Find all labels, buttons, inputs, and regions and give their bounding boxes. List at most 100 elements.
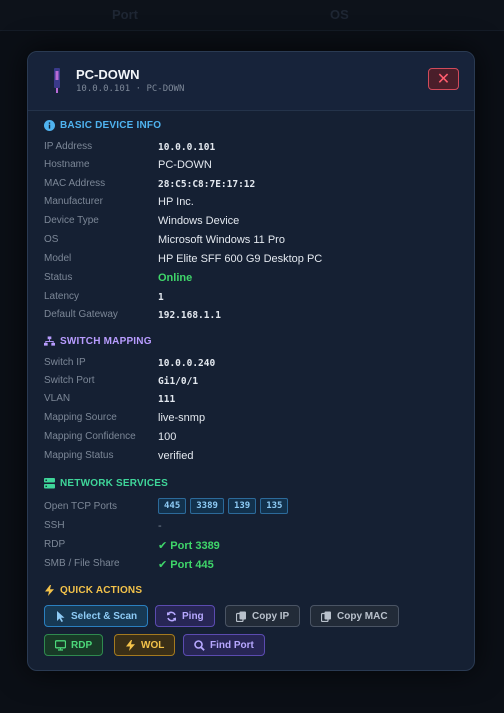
wol-button[interactable]: WOL — [114, 634, 176, 656]
find-port-label: Find Port — [210, 639, 254, 651]
info-row-manufacturer: Manufacturer HP Inc. — [44, 196, 454, 212]
smb-value: ✔ Port 445 — [158, 559, 214, 571]
switch-row-confidence: Mapping Confidence 100 — [44, 431, 454, 447]
ping-label: Ping — [182, 610, 204, 622]
switch-label: Mapping Status — [44, 450, 114, 461]
rdp-button[interactable]: RDP — [44, 634, 104, 656]
info-label: Manufacturer — [44, 196, 103, 207]
switch-port-value: Gi1/0/1 — [158, 376, 199, 387]
switch-row-vlan: VLAN 111 — [44, 393, 454, 409]
rdp-label: RDP — [71, 639, 93, 651]
info-row-hostname: Hostname PC-DOWN — [44, 159, 454, 175]
copy-ip-label: Copy IP — [252, 610, 290, 622]
info-row-ip: IP Address 10.0.0.101 — [44, 141, 454, 157]
modal-subtitle: 10.0.0.101 · PC-DOWN — [76, 84, 185, 94]
switch-mapping-title: SWITCH MAPPING — [60, 336, 152, 347]
os-value: Microsoft Windows 11 Pro — [158, 234, 285, 246]
info-row-device-type: Device Type Windows Device — [44, 215, 454, 231]
ip-address-value: 10.0.0.101 — [158, 142, 216, 153]
mapping-confidence-value: 100 — [158, 431, 177, 443]
modal-header: PC-DOWN 10.0.0.101 · PC-DOWN ✕ — [28, 52, 474, 111]
refresh-icon — [166, 611, 177, 622]
info-icon — [44, 120, 55, 131]
ssh-value: - — [158, 520, 162, 532]
switch-label: VLAN — [44, 393, 71, 404]
switch-label: Mapping Source — [44, 412, 117, 423]
switch-row-source: Mapping Source live-snmp — [44, 412, 454, 428]
copy-ip-button[interactable]: Copy IP — [225, 605, 301, 627]
copy-icon — [321, 611, 332, 622]
mapping-status-value: verified — [158, 450, 194, 462]
services-row-ssh: SSH - — [44, 520, 454, 536]
lightning-icon — [125, 639, 136, 651]
switch-mapping-section-title: SWITCH MAPPING — [44, 336, 152, 347]
modal-title: PC-DOWN — [76, 67, 140, 82]
info-label: Device Type — [44, 215, 99, 226]
info-label: Status — [44, 272, 73, 283]
network-topology-icon — [44, 336, 55, 347]
select-scan-button[interactable]: Select & Scan — [44, 605, 149, 627]
info-row-status: Status Online — [44, 272, 454, 288]
info-label: Hostname — [44, 159, 90, 170]
port-badge: 139 — [227, 498, 257, 514]
basic-info-title: BASIC DEVICE INFO — [60, 120, 162, 131]
monitor-icon — [55, 639, 66, 651]
cursor-icon — [55, 610, 66, 622]
find-port-button[interactable]: Find Port — [183, 634, 265, 656]
info-row-latency: Latency 1 — [44, 291, 454, 307]
rdp-value: ✔ Port 3389 — [158, 540, 220, 552]
model-value: HP Elite SFF 600 G9 Desktop PC — [158, 253, 323, 265]
mapping-source-value: live-snmp — [158, 412, 206, 424]
select-scan-label: Select & Scan — [71, 610, 138, 622]
info-row-model: Model HP Elite SFF 600 G9 Desktop PC — [44, 253, 454, 269]
info-label: Default Gateway — [44, 309, 118, 320]
vlan-value: 111 — [158, 394, 176, 405]
quick-actions-title: QUICK ACTIONS — [60, 585, 143, 596]
basic-info-section-title: BASIC DEVICE INFO — [44, 120, 161, 131]
services-label: SSH — [44, 520, 65, 531]
gateway-value: 192.168.1.1 — [158, 310, 221, 321]
quick-actions-section-title: QUICK ACTIONS — [44, 585, 142, 596]
background-table-header: Port OS — [0, 0, 504, 31]
lightning-icon — [44, 585, 55, 596]
info-label: OS — [44, 234, 59, 245]
port-badge: 445 — [158, 498, 187, 514]
wol-label: WOL — [141, 639, 165, 651]
copy-mac-label: Copy MAC — [337, 610, 388, 622]
info-label: Latency — [44, 291, 80, 302]
device-tower-icon — [54, 68, 60, 93]
port-badge: 135 — [260, 498, 289, 514]
mac-address-value: 28:C5:C8:7E:17:12 — [158, 179, 256, 190]
device-details-modal: PC-DOWN 10.0.0.101 · PC-DOWN ✕ BASIC DEV… — [27, 51, 475, 671]
ping-button[interactable]: Ping — [155, 605, 215, 627]
info-label: Model — [44, 253, 72, 264]
info-label: MAC Address — [44, 178, 106, 189]
copy-mac-button[interactable]: Copy MAC — [310, 605, 399, 627]
close-icon: ✕ — [436, 71, 451, 88]
switch-row-ip: Switch IP 10.0.0.240 — [44, 357, 454, 373]
port-badge: 3389 — [190, 498, 224, 514]
services-row-open-ports: Open TCP Ports 445 3389 139 135 — [44, 498, 454, 517]
background-column-port: Port — [112, 7, 138, 22]
info-row-os: OS Microsoft Windows 11 Pro — [44, 234, 454, 250]
copy-icon — [236, 611, 247, 622]
switch-ip-value: 10.0.0.240 — [158, 358, 216, 369]
latency-value: 1 — [158, 292, 164, 303]
info-label: IP Address — [44, 141, 93, 152]
services-label: Open TCP Ports — [44, 501, 117, 512]
network-services-title: NETWORK SERVICES — [60, 478, 169, 489]
status-value: Online — [158, 272, 193, 284]
switch-label: Mapping Confidence — [44, 431, 136, 442]
services-label: RDP — [44, 539, 66, 550]
switch-row-port: Switch Port Gi1/0/1 — [44, 375, 454, 391]
services-label: SMB / File Share — [44, 558, 120, 569]
services-row-rdp: RDP ✔ Port 3389 — [44, 539, 454, 555]
server-icon — [44, 478, 55, 489]
search-icon — [194, 639, 205, 651]
open-ports-list: 445 3389 139 135 — [158, 498, 289, 514]
background-column-os: OS — [330, 7, 349, 22]
switch-row-status: Mapping Status verified — [44, 450, 454, 466]
network-services-section-title: NETWORK SERVICES — [44, 478, 168, 489]
switch-label: Switch Port — [44, 375, 95, 386]
close-button[interactable]: ✕ — [428, 68, 459, 90]
